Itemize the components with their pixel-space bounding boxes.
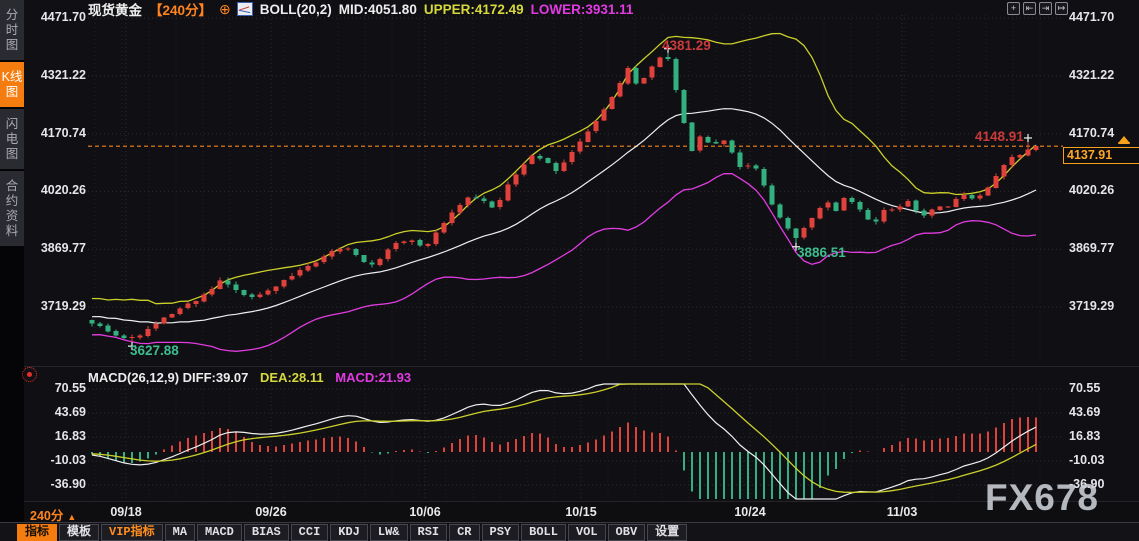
shift-right-icon[interactable]: ↦ — [1055, 2, 1068, 15]
date-label: 09/26 — [255, 505, 286, 519]
price-tick-right: 4321.22 — [1069, 68, 1135, 82]
boll-label: BOLL(20,2) — [260, 2, 332, 17]
price-tick-right: 3719.29 — [1069, 299, 1135, 313]
price-tick-left: 3869.77 — [28, 241, 86, 255]
macd-main-value: MACD(26,12,9) DIFF:39.07 — [88, 370, 248, 385]
macd-tick-right: -10.03 — [1069, 453, 1135, 467]
macd-dea-value: DEA:28.11 — [260, 370, 324, 385]
recent-high-label: 4148.91 — [975, 129, 1024, 144]
sidebar: 分时图K线图闪电图合约资料 — [0, 0, 24, 541]
compress-right-icon[interactable]: ⇥ — [1039, 2, 1052, 15]
toolbar-item-lw&[interactable]: LW& — [370, 524, 408, 541]
toolbar-item-bias[interactable]: BIAS — [244, 524, 289, 541]
toolbar-item-obv[interactable]: OBV — [608, 524, 646, 541]
toolbar-item-cr[interactable]: CR — [449, 524, 479, 541]
app-root: 分时图K线图闪电图合约资料 现货黄金 【240分】 ⊕ BOLL(20,2) M… — [0, 0, 1139, 541]
toolbar-item-psy[interactable]: PSY — [482, 524, 520, 541]
toolbar-item-模板[interactable]: 模板 — [59, 524, 99, 541]
macd-tick-right: 16.83 — [1069, 429, 1135, 443]
macd-tick-left: -36.90 — [28, 477, 86, 491]
pan-icon[interactable]: + — [1007, 2, 1020, 15]
boll-upper-value: UPPER:4172.49 — [424, 2, 524, 17]
macd-tick-right: 43.69 — [1069, 405, 1135, 419]
price-tick-right: 4471.70 — [1069, 10, 1135, 24]
period-title[interactable]: 【240分】 — [149, 0, 212, 19]
toolbar-item-kdj[interactable]: KDJ — [330, 524, 368, 541]
sidebar-tab-selected[interactable]: K线图 — [0, 62, 24, 107]
price-tick-left: 4170.74 — [28, 126, 86, 140]
toolbar-item-ma[interactable]: MA — [165, 524, 195, 541]
swing-low-label: 3886.51 — [797, 245, 846, 260]
price-tick-left: 4471.70 — [28, 10, 86, 24]
indicator-toolbar: 指标模板VIP指标MAMACDBIASCCIKDJLW&RSICRPSYBOLL… — [0, 522, 1139, 541]
watermark-fx678: FX678 — [985, 477, 1099, 519]
toolbar-item-macd[interactable]: MACD — [197, 524, 242, 541]
date-axis: 240分▲ 09/1809/2610/0610/1510/2411/03 — [0, 501, 1139, 523]
price-tick-right: 4020.26 — [1069, 183, 1135, 197]
toolbar-item-boll[interactable]: BOLL — [521, 524, 566, 541]
compress-left-icon[interactable]: ⇤ — [1023, 2, 1036, 15]
peak-high-label: 4381.29 — [662, 38, 711, 53]
circle-plus-icon[interactable]: ⊕ — [219, 1, 231, 18]
symbol-title: 现货黄金 — [88, 0, 142, 19]
chart-header: 现货黄金 【240分】 ⊕ BOLL(20,2) MID:4051.80 UPP… — [88, 1, 640, 17]
date-label: 10/15 — [565, 505, 596, 519]
toolbar-item-vip指标[interactable]: VIP指标 — [101, 524, 163, 541]
recording-icon — [22, 367, 37, 382]
date-label: 11/03 — [887, 505, 918, 519]
toolbar-item-cci[interactable]: CCI — [291, 524, 329, 541]
toolbar-item-vol[interactable]: VOL — [568, 524, 606, 541]
boll-lower-value: LOWER:3931.11 — [531, 2, 634, 17]
sidebar-tab-item[interactable]: 分时图 — [0, 0, 24, 60]
price-alert-icon[interactable] — [1118, 136, 1130, 145]
sidebar-tab-item[interactable]: 闪电图 — [0, 109, 24, 169]
current-price-tag: 4137.91 — [1063, 147, 1139, 164]
macd-tick-left: 70.55 — [28, 381, 86, 395]
toolbar-item-rsi[interactable]: RSI — [410, 524, 448, 541]
toolbar-item-设置[interactable]: 设置 — [647, 524, 687, 541]
date-label: 10/06 — [409, 505, 440, 519]
macd-tick-right: 70.55 — [1069, 381, 1135, 395]
macd-tick-left: 43.69 — [28, 405, 86, 419]
kline-chart[interactable] — [0, 0, 1139, 541]
price-tick-left: 3719.29 — [28, 299, 86, 313]
price-tick-right: 3869.77 — [1069, 241, 1135, 255]
boll-mid-value: MID:4051.80 — [339, 2, 417, 17]
macd-macd-value: MACD:21.93 — [335, 370, 411, 385]
window-controls: +⇤⇥↦ — [1007, 2, 1068, 15]
macd-tick-left: 16.83 — [28, 429, 86, 443]
mini-chart-icon[interactable] — [237, 2, 253, 16]
macd-tick-left: -10.03 — [28, 453, 86, 467]
chart-low-label: 3627.88 — [130, 343, 179, 358]
date-label: 09/18 — [110, 505, 141, 519]
sidebar-tab-item[interactable]: 合约资料 — [0, 171, 24, 246]
price-tick-left: 4020.26 — [28, 183, 86, 197]
triangle-up-icon: ▲ — [67, 512, 76, 522]
price-tick-left: 4321.22 — [28, 68, 86, 82]
macd-header: MACD(26,12,9) DIFF:39.07 DEA:28.11 MACD:… — [88, 370, 419, 385]
date-label: 10/24 — [734, 505, 765, 519]
toolbar-item-指标[interactable]: 指标 — [17, 524, 57, 541]
